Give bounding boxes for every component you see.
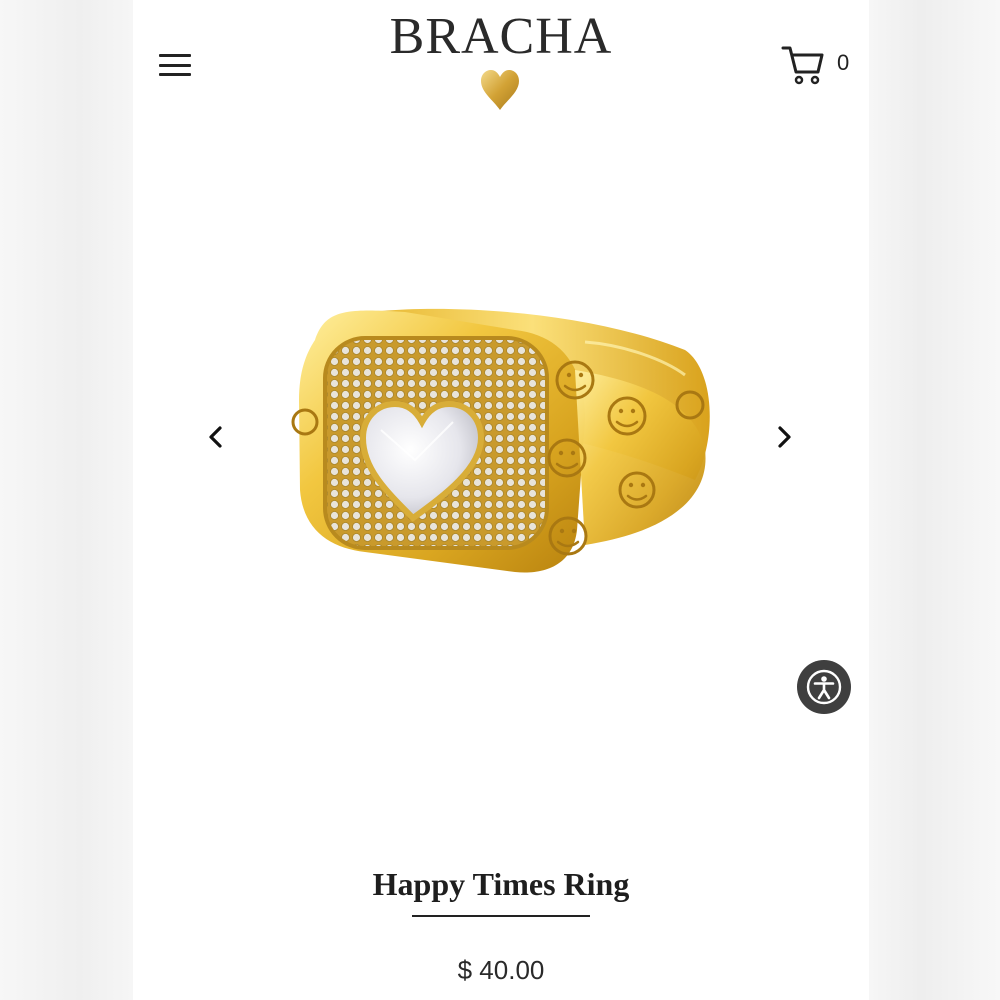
hamburger-menu-icon[interactable] [157,50,193,80]
gold-heart-icon [481,70,519,110]
product-title: Happy Times Ring [372,866,630,902]
cart-count: 0 [837,50,850,75]
chevron-right-icon[interactable] [767,420,801,454]
accessibility-person-icon[interactable] [797,660,851,714]
shopping-cart-icon[interactable] [781,44,825,86]
title-underline [412,915,590,917]
brand-logo[interactable]: BRACHA [383,8,619,110]
right-background [869,0,1000,1000]
chevron-left-icon[interactable] [199,420,233,454]
product-image[interactable] [285,290,717,590]
product-price: $ 40.00 [457,955,545,985]
left-background [0,0,133,1000]
product-page: BRACHA 0 Happy Times Ring $ 40.00 [133,0,869,1000]
brand-name: BRACHA [389,8,613,65]
